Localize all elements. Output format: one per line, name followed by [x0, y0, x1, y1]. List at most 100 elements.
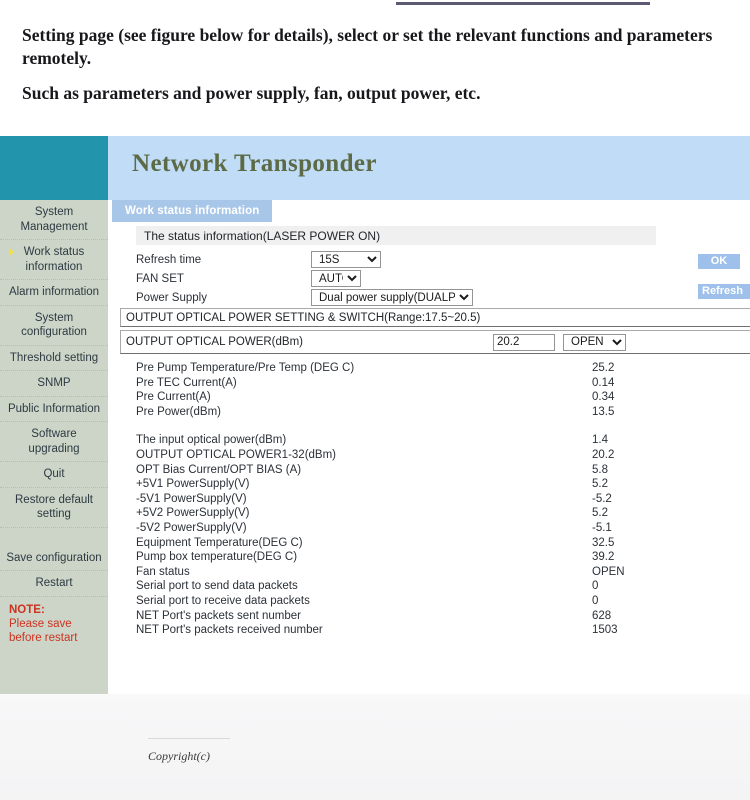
sidebar-item-label: Restart — [35, 577, 73, 589]
reading-label: Pre Power(dBm) — [136, 405, 221, 418]
reading-value: 1503 — [592, 624, 618, 637]
reading-row: The input optical power(dBm) 1.4 — [136, 434, 656, 449]
sidebar-item-alarm-information[interactable]: Alarm information — [0, 280, 108, 306]
reading-value: 628 — [592, 609, 612, 622]
reading-row: OPT Bias Current/OPT BIAS (A) 5.8 — [136, 464, 656, 479]
reading-label: -5V2 PowerSupply(V) — [136, 521, 247, 534]
sidebar-item-threshold-setting[interactable]: Threshold setting — [0, 346, 108, 371]
output-power-input[interactable] — [493, 333, 555, 351]
reading-row: Equipment Temperature(DEG C) 32.5 — [136, 537, 656, 552]
reading-label: NET Port's packets received number — [136, 624, 323, 637]
setting-row-power-supply: Power Supply Dual power supply(DUALPW) — [136, 288, 473, 307]
status-information-header: The status information(LASER POWER ON) — [136, 226, 656, 245]
sidebar-item-restore-default-setting[interactable]: Restore default setting — [0, 488, 108, 528]
sidebar-item-work-status-information[interactable]: Work status information — [0, 240, 108, 280]
reading-value: 0 — [592, 580, 599, 593]
reading-row: Pre Current(A) 0.34 — [136, 391, 656, 406]
setting-row-fan-set: FAN SET AUTO — [136, 269, 361, 288]
intro-paragraph-1: Setting page (see figure below for detai… — [22, 25, 713, 69]
reading-label: Pump box temperature(DEG C) — [136, 551, 298, 564]
sidebar-item-label: Alarm information — [8, 286, 100, 298]
sidebar-item-snmp[interactable]: SNMP — [0, 371, 108, 397]
reading-value: 5.2 — [592, 507, 608, 520]
reading-value: 32.5 — [592, 536, 615, 549]
sidebar-note: NOTE: Please save before restart — [0, 597, 108, 651]
intro-paragraph-2: Such as parameters and power supply, fan… — [22, 83, 481, 104]
reading-row: Pre TEC Current(A) 0.14 — [136, 377, 656, 392]
reading-spacer — [136, 420, 656, 434]
tab-work-status-information[interactable]: Work status information — [112, 200, 273, 222]
fan-set-select[interactable]: AUTO — [311, 270, 361, 287]
sidebar-item-public-information[interactable]: Public Information — [0, 397, 108, 422]
reading-value: -5.2 — [592, 492, 612, 505]
sidebar-item-system-configuration[interactable]: System configuration — [0, 306, 108, 346]
ok-button[interactable]: OK — [698, 254, 740, 269]
reading-label: OPT Bias Current/OPT BIAS (A) — [136, 463, 302, 476]
sidebar-item-system-management[interactable]: System Management — [0, 200, 108, 240]
reading-row: OUTPUT OPTICAL POWER1-32(dBm) 20.2 — [136, 449, 656, 464]
reading-label: Serial port to receive data packets — [136, 594, 310, 607]
sidebar-item-label: System Management — [20, 206, 88, 233]
reading-row: +5V2 PowerSupply(V) 5.2 — [136, 507, 656, 522]
sidebar-item-quit[interactable]: Quit — [0, 462, 108, 488]
top-divider-rule — [396, 2, 650, 5]
output-power-setting-header: OUTPUT OPTICAL POWER SETTING & SWITCH(Ra… — [120, 308, 750, 327]
sidebar-item-label: Software upgrading — [28, 428, 80, 455]
network-transponder-app-window: Network Transponder Work status informat… — [0, 136, 750, 763]
sidebar-item-save-configuration[interactable]: Save configuration — [0, 546, 108, 571]
reading-value: 1.4 — [592, 434, 608, 447]
app-banner: Network Transponder — [108, 136, 750, 200]
reading-label: Pre TEC Current(A) — [136, 376, 237, 389]
sidebar-item-label: Restore default setting — [15, 493, 93, 521]
refresh-time-select[interactable]: 15S — [311, 251, 381, 268]
reading-row: Pump box temperature(DEG C) 39.2 — [136, 551, 656, 566]
sidebar-note-body: Please save before restart — [9, 617, 78, 644]
reading-value: 5.2 — [592, 478, 608, 491]
reading-label: OUTPUT OPTICAL POWER1-32(dBm) — [136, 448, 337, 461]
reading-value: 0 — [592, 594, 599, 607]
active-arrow-icon — [9, 248, 14, 256]
tab-strip: Work status information — [108, 200, 750, 222]
power-supply-label: Power Supply — [136, 291, 207, 304]
reading-label: Pre Current(A) — [136, 391, 211, 404]
reading-value: 0.14 — [592, 376, 615, 389]
reading-label: The input optical power(dBm) — [136, 434, 287, 447]
reading-label: Fan status — [136, 565, 190, 578]
reading-row: Pre Power(dBm) 13.5 — [136, 406, 656, 421]
reading-value: 25.2 — [592, 362, 615, 374]
reading-row: NET Port's packets received number 1503 — [136, 624, 656, 639]
reading-value: 0.34 — [592, 391, 615, 404]
reading-row: Serial port to send data packets 0 — [136, 580, 656, 595]
reading-value: 39.2 — [592, 551, 615, 564]
sidebar-item-label: System configuration — [21, 311, 87, 339]
reading-value: 20.2 — [592, 448, 615, 461]
reading-row: Serial port to receive data packets 0 — [136, 595, 656, 610]
fan-set-label: FAN SET — [136, 272, 184, 285]
logo-block — [0, 136, 108, 200]
sidebar-note-heading: NOTE: — [9, 603, 45, 616]
sidebar-item-restart[interactable]: Restart — [0, 571, 108, 597]
reading-label: Pre Pump Temperature/Pre Temp (DEG C) — [136, 362, 355, 374]
power-supply-select[interactable]: Dual power supply(DUALPW) — [311, 289, 473, 306]
reading-label: Serial port to send data packets — [136, 580, 298, 593]
reading-value: -5.1 — [592, 521, 612, 534]
copyright-text: Copyright(c) — [148, 749, 210, 763]
sidebar-item-label: SNMP — [37, 377, 71, 389]
reading-label: Equipment Temperature(DEG C) — [136, 536, 303, 549]
reading-value: OPEN — [592, 565, 625, 578]
reading-row: Pre Pump Temperature/Pre Temp (DEG C) 25… — [136, 362, 656, 377]
reading-row: -5V1 PowerSupply(V) -5.2 — [136, 493, 656, 508]
refresh-time-label: Refresh time — [136, 253, 202, 266]
readings-list: Pre Pump Temperature/Pre Temp (DEG C) 25… — [136, 362, 656, 639]
reading-value: 13.5 — [592, 405, 615, 418]
reading-row: NET Port's packets sent number 628 — [136, 610, 656, 625]
reading-label: +5V2 PowerSupply(V) — [136, 507, 250, 520]
sidebar-item-label: Save configuration — [6, 551, 102, 564]
sidebar-item-software-upgrading[interactable]: Software upgrading — [0, 422, 108, 462]
page-title: Network Transponder — [132, 150, 377, 177]
reading-label: +5V1 PowerSupply(V) — [136, 478, 250, 491]
reading-label: NET Port's packets sent number — [136, 609, 301, 622]
refresh-button[interactable]: Refresh — [698, 284, 750, 299]
output-power-switch-select[interactable]: OPEN — [563, 333, 626, 351]
